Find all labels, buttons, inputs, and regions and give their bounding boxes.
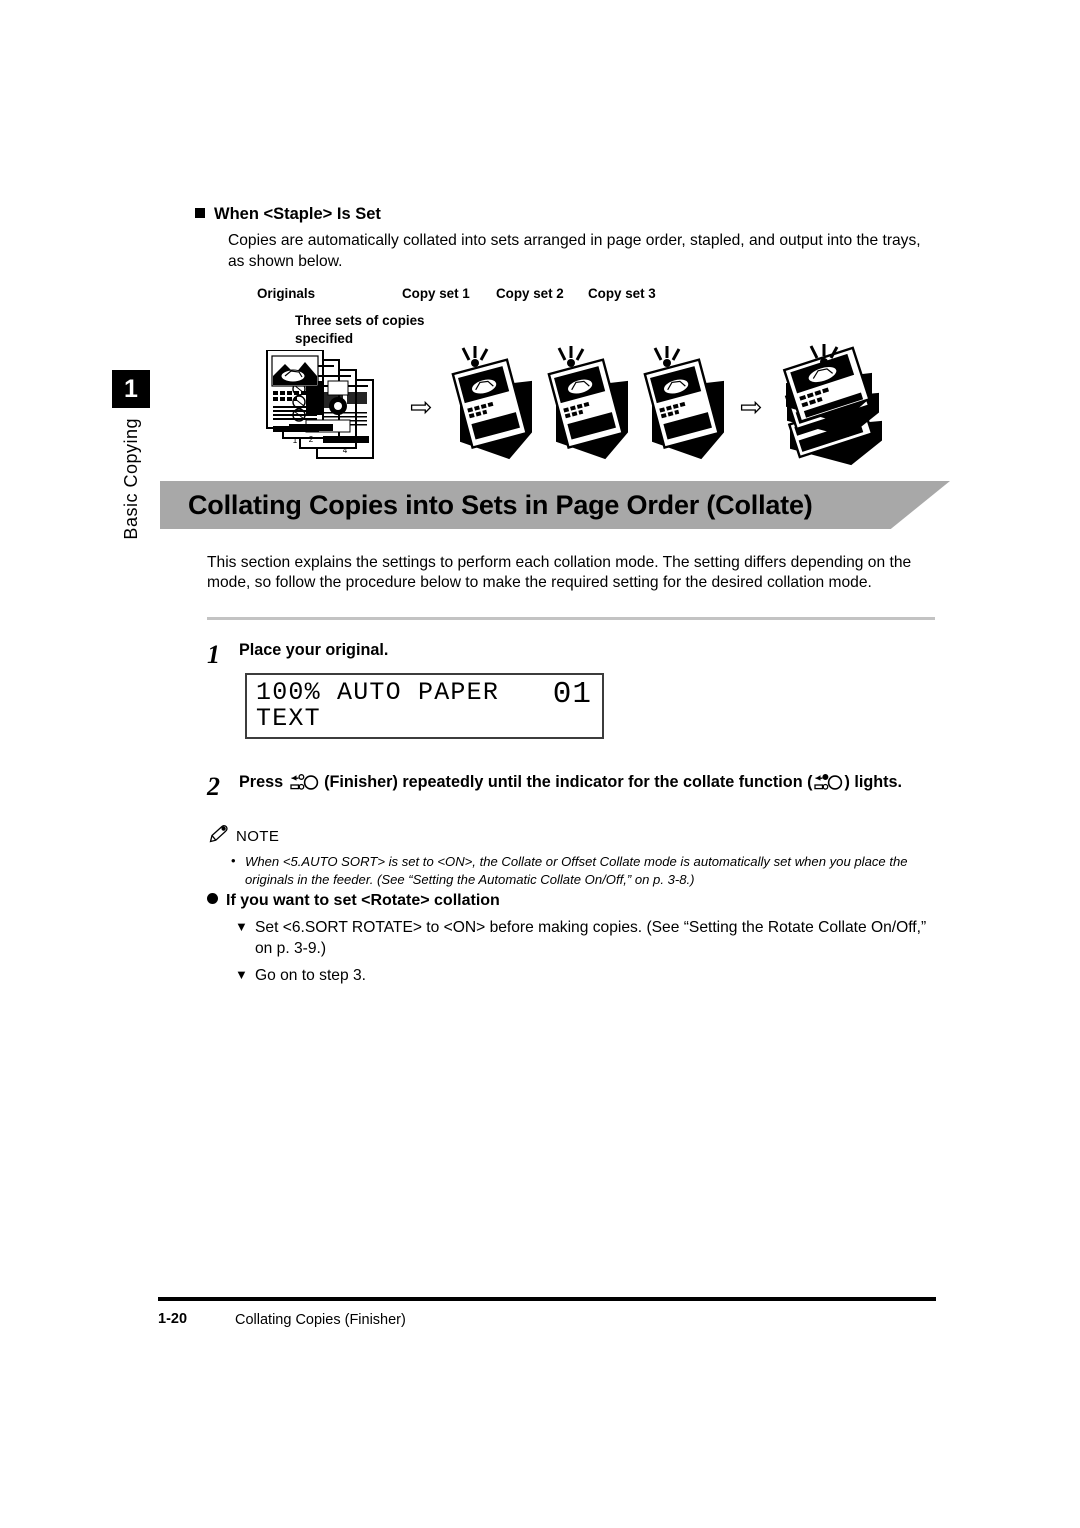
lcd-display-panel: 100% AUTO PAPER TEXT 01: [245, 673, 604, 739]
note-item: When <5.AUTO SORT> is set to <ON>, the C…: [207, 852, 935, 890]
output-tray-stack-illustration: [775, 344, 915, 479]
intro-paragraph: This section explains the settings to pe…: [207, 553, 912, 592]
caption-originals: Originals: [257, 286, 316, 302]
chapter-number: 1: [124, 374, 138, 403]
finisher-collate-key-icon: [289, 773, 319, 798]
staple-section: When <Staple> Is Set Copies are automati…: [195, 205, 940, 476]
chapter-number-tab: 1: [112, 370, 150, 408]
chapter-label-text: Basic Copying: [120, 418, 141, 540]
rotate-step-item: ▼ Go on to step 3.: [207, 966, 935, 987]
caption-copy-set-1: Copy set 1: [402, 286, 470, 302]
arrow-right-icon-2: ⇨: [740, 392, 763, 423]
section-banner: Collating Copies into Sets in Page Order…: [160, 481, 950, 529]
footer-section-title: Collating Copies (Finisher): [235, 1312, 406, 1328]
staple-heading-text: When <Staple> Is Set: [214, 205, 381, 223]
rotate-heading-text: If you want to set <Rotate> collation: [226, 892, 500, 909]
triangle-down-icon-1: ▼: [235, 919, 248, 934]
caption-three-sets: Three sets of copies specified: [295, 312, 425, 347]
chapter-label-vertical: Basic Copying: [112, 418, 150, 588]
caption-three-sets-line1: Three sets of copies: [295, 313, 425, 329]
step-2-text-middle: (Finisher) repeatedly until the indicato…: [324, 773, 813, 791]
staple-workflow-illustration: 4 3 2 1 ⇨ ⇨: [195, 344, 940, 479]
svg-text:2: 2: [309, 435, 314, 444]
rotate-step-list: ▼ Set <6.SORT ROTATE> to <ON> before mak…: [207, 918, 935, 987]
lcd-copy-count: 01: [552, 677, 592, 712]
round-bullet-icon: [207, 893, 218, 904]
step-2: 2 Press (Finisher) repeatedly until the …: [207, 772, 907, 800]
step-1: 1 Place your original.: [207, 640, 807, 668]
step-2-text-before: Press: [239, 773, 284, 791]
lcd-line-1: 100% AUTO PAPER: [256, 678, 500, 707]
caption-three-sets-line2: specified: [295, 331, 354, 347]
svg-text:4: 4: [343, 446, 348, 455]
step-2-number: 2: [207, 772, 220, 801]
pencil-icon: [207, 824, 229, 848]
originals-stack-illustration: 4 3 2 1: [265, 349, 395, 471]
square-bullet-icon: [195, 208, 205, 218]
arrow-right-icon-1: ⇨: [410, 392, 433, 423]
copy-set-2-illustration: [539, 346, 635, 471]
step-1-text: Place your original.: [239, 641, 389, 659]
figure-captions: Originals Copy set 1 Copy set 2 Copy set…: [195, 286, 940, 350]
note-label: NOTE: [236, 827, 280, 845]
rotate-collation-section: If you want to set <Rotate> collation ▼ …: [207, 892, 935, 994]
step-2-text-after: ) lights.: [844, 773, 903, 791]
rotate-step-text-1: Set <6.SORT ROTATE> to <ON> before makin…: [255, 919, 927, 957]
note-item-list: When <5.AUTO SORT> is set to <ON>, the C…: [207, 852, 935, 890]
step-1-number: 1: [207, 640, 220, 669]
footer-divider: [158, 1297, 936, 1301]
collate-indicator-lit-icon: [813, 773, 843, 798]
section-divider: [207, 617, 935, 620]
rotate-step-text-2: Go on to step 3.: [255, 967, 366, 985]
svg-text:3: 3: [326, 435, 331, 444]
note-block: NOTE When <5.AUTO SORT> is set to <ON>, …: [207, 824, 935, 890]
manual-page: 1 Basic Copying When <Staple> Is Set Cop…: [0, 0, 1080, 1528]
triangle-down-icon-2: ▼: [235, 967, 248, 983]
step-2-text: Press (Finisher) repeatedly until the in…: [239, 772, 902, 798]
lcd-line-2: TEXT: [256, 704, 321, 733]
copy-set-1-illustration: [443, 346, 539, 471]
page-title: Collating Copies into Sets in Page Order…: [188, 489, 813, 520]
staple-section-body: Copies are automatically collated into s…: [228, 232, 921, 270]
rotate-step-item: ▼ Set <6.SORT ROTATE> to <ON> before mak…: [207, 918, 935, 959]
copy-set-3-illustration: [635, 346, 731, 471]
note-header: NOTE: [207, 824, 935, 848]
footer-page-number: 1-20: [158, 1311, 188, 1327]
staple-section-heading: When <Staple> Is Set: [195, 205, 940, 224]
caption-copy-set-3: Copy set 3: [588, 286, 656, 302]
svg-text:1: 1: [293, 436, 298, 445]
caption-copy-set-2: Copy set 2: [496, 286, 564, 302]
rotate-section-heading: If you want to set <Rotate> collation: [207, 892, 935, 910]
